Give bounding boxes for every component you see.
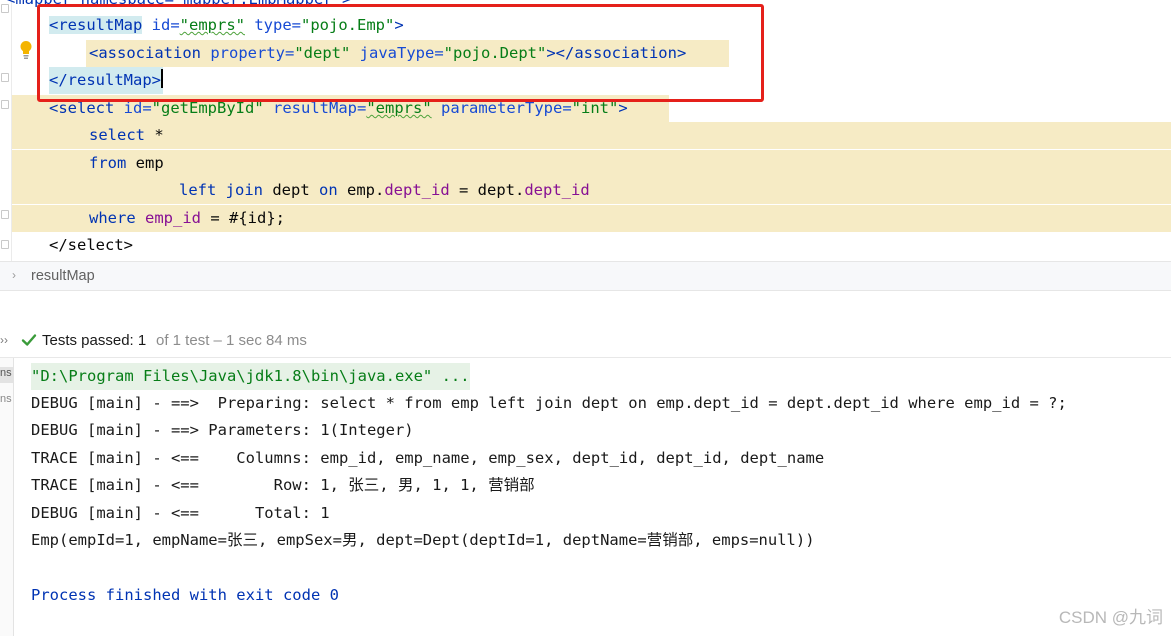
code-line-select[interactable]: select * — [12, 122, 1171, 149]
console-line: TRACE [main] - <== Row: 1, 张三, 男, 1, 1, … — [31, 476, 535, 494]
run-console[interactable]: ns ns "D:\Program Files\Java\jdk1.8\bin\… — [0, 358, 1171, 636]
cut-off-mapper-line: <mapper namespace="mapper.EmpMapper"> — [6, 0, 351, 8]
sql-keyword: left — [179, 181, 217, 199]
side-tab[interactable]: ns — [0, 367, 13, 383]
attr-value: "int" — [571, 99, 619, 117]
fold-marker[interactable] — [1, 240, 9, 249]
chevron-right-icon: › — [12, 268, 16, 282]
attr-name: id= — [123, 99, 152, 117]
console-line: TRACE [main] - <== Columns: emp_id, emp_… — [31, 449, 825, 467]
breadcrumb: › resultMap — [0, 261, 1171, 291]
sql-text: emp. — [337, 181, 385, 199]
text-caret — [161, 69, 163, 88]
tag-bracket: > — [394, 16, 404, 34]
association-tag: <association — [89, 44, 201, 62]
attr-name: property= — [210, 44, 295, 62]
console-line: Emp(empId=1, empName=张三, empSex=男, dept=… — [31, 531, 815, 549]
sql-text: dept — [263, 181, 319, 199]
lightbulb-icon[interactable] — [19, 40, 33, 60]
sql-text: emp — [126, 154, 164, 172]
tests-passed-label: Tests passed: 1 — [42, 332, 146, 349]
sql-keyword: join — [225, 181, 263, 199]
breadcrumb-item-resultmap[interactable]: resultMap — [31, 268, 95, 284]
attr-value: "dept" — [294, 44, 351, 62]
panel-gap — [0, 291, 1171, 325]
code-line-association[interactable]: <association property="dept" javaType="p… — [12, 40, 1171, 67]
sql-keyword: where — [89, 209, 136, 227]
sql-text: = dept. — [449, 181, 525, 199]
console-line: DEBUG [main] - ==> Parameters: 1(Integer… — [31, 421, 414, 439]
check-icon — [21, 334, 37, 346]
code-line-resultmap-close[interactable]: </resultMap> — [12, 67, 1171, 94]
tag-bracket: > — [151, 71, 161, 89]
test-status-bar: ›› Tests passed: 1 of 1 test – 1 sec 84 … — [0, 325, 1171, 358]
sql-field: emp_id — [145, 209, 202, 227]
test-detail: of 1 test – 1 sec 84 ms — [156, 332, 307, 349]
attr-name: type= — [254, 16, 302, 34]
sql-keyword: on — [319, 181, 338, 199]
resultmap-open-tag: <resultMap — [49, 16, 143, 34]
passed-count: 1 — [137, 332, 147, 349]
console-line: DEBUG [main] - <== Total: 1 — [31, 504, 330, 522]
status-text: Tests passed: — [42, 332, 134, 349]
side-tab[interactable]: ns — [0, 393, 13, 409]
watermark: CSDN @九词 — [1058, 608, 1163, 627]
console-side-tabs: ns ns — [0, 358, 14, 636]
console-command-line: "D:\Program Files\Java\jdk1.8\bin\java.e… — [31, 363, 470, 390]
console-line: DEBUG [main] - ==> Preparing: select * f… — [31, 394, 1067, 412]
sql-keyword: select — [89, 126, 145, 144]
code-line-resultmap-open[interactable]: <resultMap id="emprs" type="pojo.Emp"> — [12, 12, 1171, 39]
sql-text: = #{id}; — [201, 209, 286, 227]
attr-value: "pojo.Emp" — [301, 16, 395, 34]
attr-name: resultMap= — [273, 99, 367, 117]
fold-marker[interactable] — [1, 210, 9, 219]
select-close-tag: </select> — [49, 236, 133, 254]
code-line-where[interactable]: where emp_id = #{id}; — [12, 205, 1171, 232]
code-line-from[interactable]: from emp — [12, 150, 1171, 177]
attr-value: "emprs" — [366, 99, 432, 117]
sql-field: dept_id — [384, 181, 450, 199]
code-line-select-close[interactable]: </select> — [12, 232, 1171, 259]
sql-field: dept_id — [524, 181, 590, 199]
attr-value: "pojo.Dept" — [443, 44, 547, 62]
attr-value: "emprs" — [179, 16, 245, 34]
select-open-tag: <select — [49, 99, 115, 117]
attr-name: javaType= — [359, 44, 444, 62]
expand-arrows-icon[interactable]: ›› — [0, 333, 8, 347]
resultmap-close-tag: </resultMap — [49, 71, 152, 89]
console-exit-line: Process finished with exit code 0 — [31, 586, 339, 604]
attr-value: "getEmpById" — [151, 99, 264, 117]
fold-marker[interactable] — [1, 100, 9, 109]
fold-marker[interactable] — [1, 73, 9, 82]
association-close-tag: ></association> — [546, 44, 687, 62]
editor-gutter — [0, 0, 12, 261]
sql-keyword: from — [89, 154, 127, 172]
code-editor[interactable]: <mapper namespace="mapper.EmpMapper"> <r… — [0, 0, 1171, 261]
attr-name: parameterType= — [441, 99, 572, 117]
sql-text: * — [145, 126, 164, 144]
code-line-join[interactable]: left join dept on emp.dept_id = dept.dep… — [12, 177, 1171, 204]
attr-name: id= — [151, 16, 180, 34]
code-line-select-open[interactable]: <select id="getEmpById" resultMap="emprs… — [12, 95, 1171, 122]
tag-bracket: > — [618, 99, 628, 117]
